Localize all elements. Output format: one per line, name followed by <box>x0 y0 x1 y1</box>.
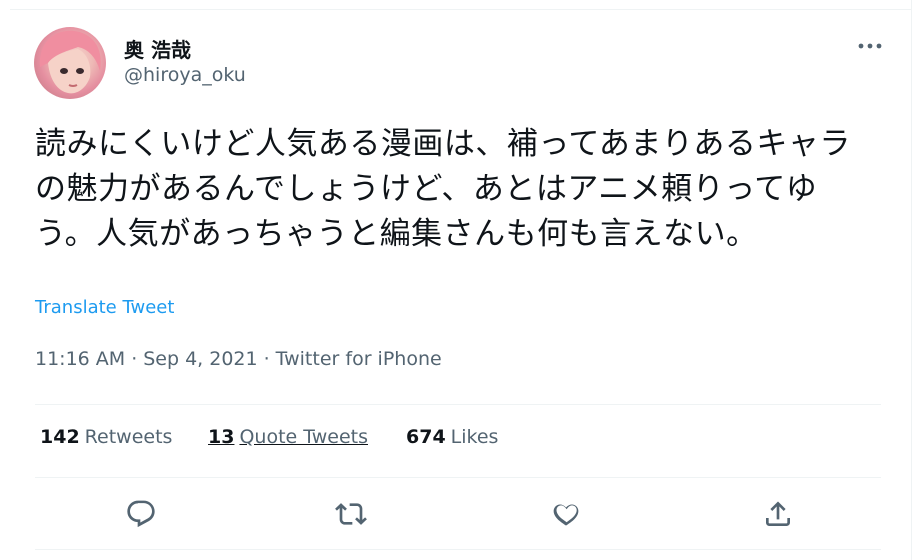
retweets-label: Retweets <box>84 426 173 448</box>
meta-separator: · <box>263 348 270 370</box>
tweet-text: 読みにくいけど人気ある漫画は、補ってあまりあるキャラの魅力があるんでしょうけど、… <box>35 126 851 252</box>
retweets-stat[interactable]: 142 Retweets <box>40 426 172 448</box>
likes-count: 674 <box>406 426 446 448</box>
tweet-metadata: 11:16 AM · Sep 4, 2021 · Twitter for iPhone <box>35 348 442 370</box>
actions-top-divider <box>35 477 881 478</box>
more-horizontal-icon[interactable] <box>856 36 884 56</box>
quote-tweets-stat[interactable]: 13 Quote Tweets <box>208 426 368 448</box>
tweet-time[interactable]: 11:16 AM <box>35 348 125 370</box>
display-name[interactable]: 奥 浩哉 <box>124 34 191 63</box>
quote-tweets-label: Quote Tweets <box>239 426 368 448</box>
translate-tweet-link[interactable]: Translate Tweet <box>35 297 174 318</box>
retweet-icon[interactable] <box>335 498 367 530</box>
top-divider <box>10 9 911 10</box>
avatar[interactable] <box>34 27 106 99</box>
retweets-count: 142 <box>40 426 80 448</box>
user-handle[interactable]: @hiroya_oku <box>124 64 246 86</box>
likes-stat[interactable]: 674 Likes <box>406 426 498 448</box>
bottom-divider <box>35 549 881 550</box>
stats-top-divider <box>35 404 881 405</box>
quote-tweets-count: 13 <box>208 426 235 448</box>
avatar-image <box>34 30 101 99</box>
heart-icon[interactable] <box>550 498 582 530</box>
meta-separator: · <box>131 348 138 370</box>
share-icon[interactable] <box>762 498 794 530</box>
tweet-source[interactable]: Twitter for iPhone <box>276 348 442 370</box>
tweet-date[interactable]: Sep 4, 2021 <box>143 348 257 370</box>
tweet-detail: 奥 浩哉 @hiroya_oku 読みにくいけど人気ある漫画は、補ってあまりある… <box>0 0 912 560</box>
reply-icon[interactable] <box>125 498 157 530</box>
likes-label: Likes <box>450 426 499 448</box>
